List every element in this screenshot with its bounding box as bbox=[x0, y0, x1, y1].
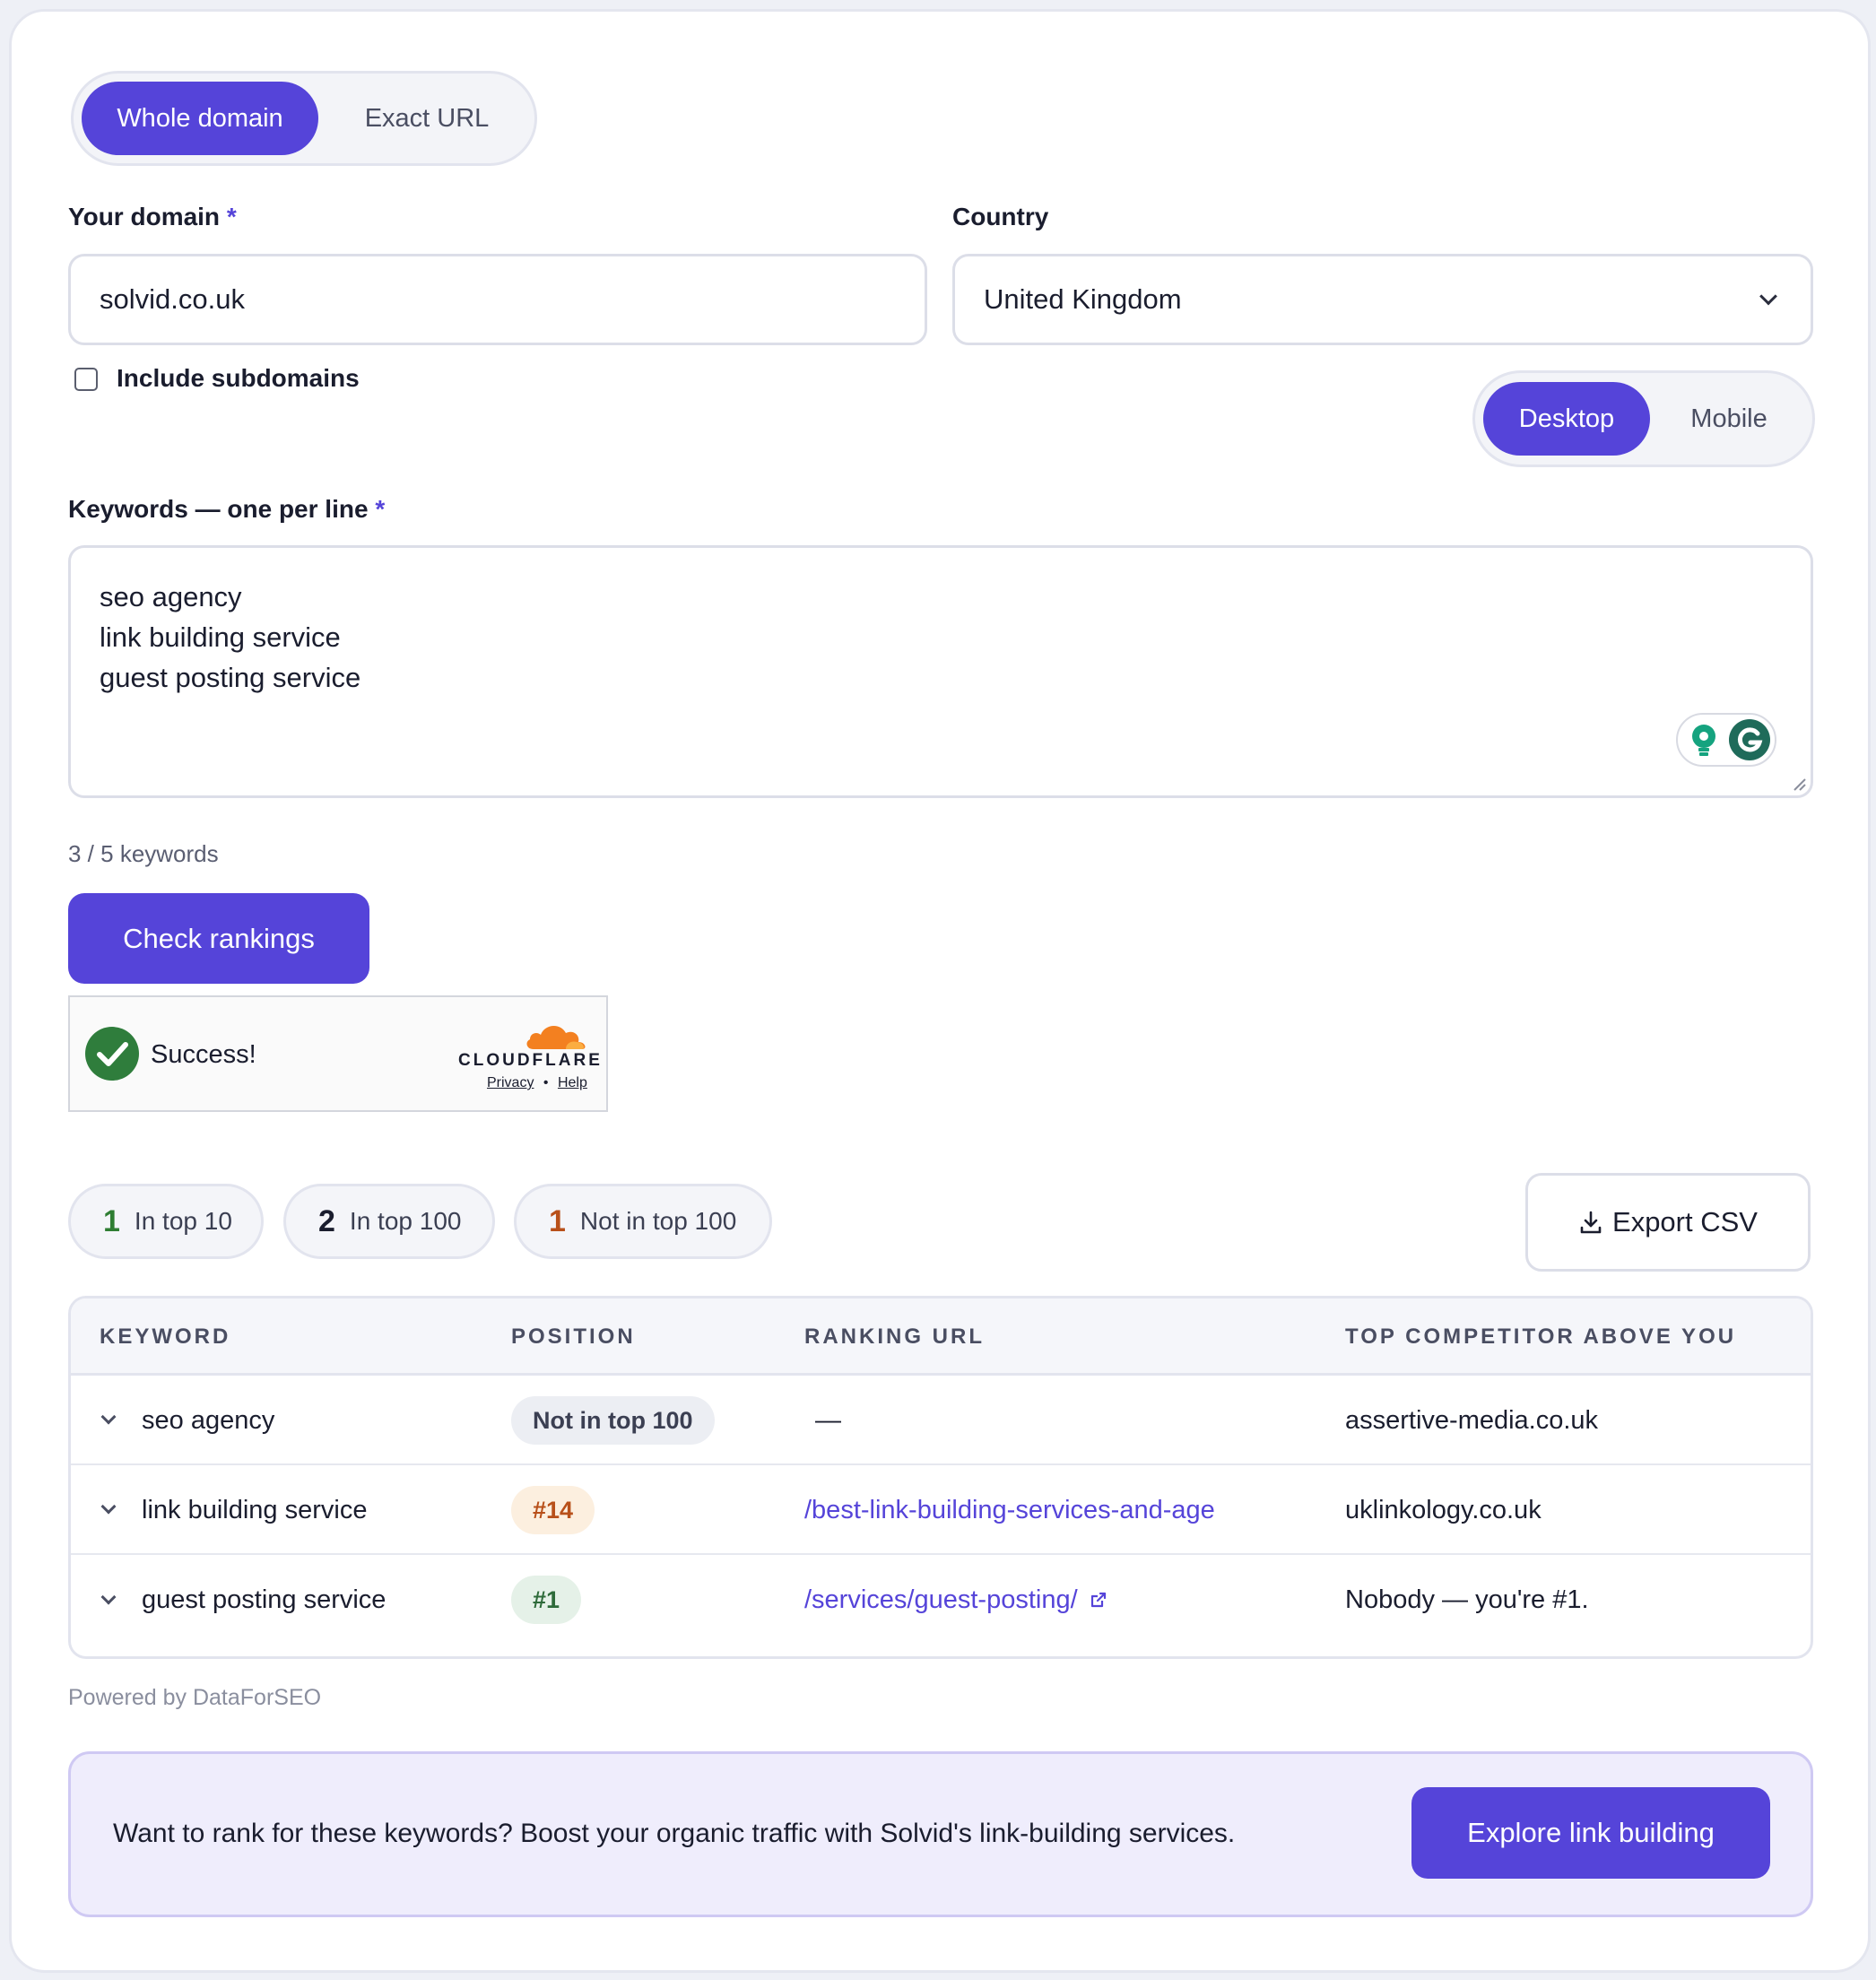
help-link[interactable]: Help bbox=[558, 1075, 587, 1090]
row-keyword: seo agency bbox=[142, 1405, 275, 1435]
rank-checker-card: Whole domain Exact URL Your domain * sol… bbox=[9, 9, 1871, 1973]
external-link-icon[interactable] bbox=[1089, 1590, 1108, 1610]
explore-link-building-button[interactable]: Explore link building bbox=[1411, 1787, 1770, 1879]
country-label: Country bbox=[952, 203, 1049, 230]
row-keyword: link building service bbox=[142, 1495, 368, 1524]
in-top-10-label: In top 10 bbox=[134, 1207, 232, 1235]
desktop-button[interactable]: Desktop bbox=[1483, 382, 1650, 456]
download-icon bbox=[1580, 1211, 1602, 1234]
country-select[interactable]: United Kingdom bbox=[952, 254, 1813, 345]
expand-chevron-icon[interactable] bbox=[100, 1498, 117, 1515]
position-badge: Not in top 100 bbox=[511, 1396, 715, 1445]
promo-banner: Want to rank for these keywords? Boost y… bbox=[68, 1751, 1813, 1917]
grammarly-icon bbox=[1729, 719, 1770, 760]
chevron-down-icon bbox=[1759, 287, 1777, 306]
table-row[interactable]: seo agency Not in top 100 — assertive-me… bbox=[71, 1376, 1811, 1465]
include-subdomains-label: Include subdomains bbox=[117, 364, 360, 392]
table-row[interactable]: link building service #14 /best-link-bui… bbox=[71, 1465, 1811, 1555]
mode-toggle: Whole domain Exact URL bbox=[71, 71, 537, 166]
not-in-top-100-pill[interactable]: 1 Not in top 100 bbox=[514, 1184, 772, 1259]
promo-text: Want to rank for these keywords? Boost y… bbox=[113, 1819, 1236, 1848]
domain-label: Your domain * bbox=[68, 203, 237, 230]
row-competitor: Nobody — you're #1. bbox=[1345, 1585, 1589, 1614]
mobile-button[interactable]: Mobile bbox=[1655, 382, 1803, 456]
export-csv-label: Export CSV bbox=[1612, 1206, 1758, 1238]
keyword-line: link building service bbox=[100, 621, 341, 653]
position-badge: #14 bbox=[511, 1486, 595, 1534]
country-value: United Kingdom bbox=[984, 283, 1182, 315]
row-position: Not in top 100 bbox=[511, 1376, 715, 1465]
in-top-10-pill[interactable]: 1 In top 10 bbox=[68, 1184, 264, 1259]
row-position: #14 bbox=[511, 1465, 595, 1555]
row-competitor: assertive-media.co.uk bbox=[1345, 1405, 1599, 1435]
row-ranking-url[interactable]: /best-link-building-services-and-age bbox=[804, 1465, 1215, 1555]
expand-chevron-icon[interactable] bbox=[100, 1589, 117, 1605]
header-ranking-url: RANKING URL bbox=[804, 1324, 985, 1349]
privacy-link[interactable]: Privacy bbox=[487, 1075, 534, 1090]
table-row[interactable]: guest posting service #1 /services/guest… bbox=[71, 1555, 1811, 1645]
row-position: #1 bbox=[511, 1555, 582, 1645]
not-in-top-100-label: Not in top 100 bbox=[579, 1207, 737, 1235]
header-keyword: KEYWORD bbox=[100, 1324, 231, 1349]
exact-url-button[interactable]: Exact URL bbox=[325, 82, 529, 155]
keyword-count: 3 / 5 keywords bbox=[68, 840, 219, 867]
whole-domain-button[interactable]: Whole domain bbox=[82, 82, 318, 155]
keyword-line: guest posting service bbox=[100, 662, 361, 693]
link-separator: • bbox=[543, 1075, 549, 1090]
domain-input[interactable]: solvid.co.uk bbox=[68, 254, 927, 345]
header-competitor: TOP COMPETITOR ABOVE YOU bbox=[1345, 1324, 1737, 1349]
check-rankings-button[interactable]: Check rankings bbox=[68, 893, 369, 984]
cloudflare-wordmark: CLOUDFLARE bbox=[458, 1051, 603, 1070]
row-keyword: guest posting service bbox=[142, 1585, 386, 1614]
row-ranking-url: — bbox=[815, 1405, 841, 1435]
results-table: KEYWORD POSITION RANKING URL TOP COMPETI… bbox=[68, 1296, 1813, 1659]
position-badge: #1 bbox=[511, 1576, 582, 1624]
in-top-100-count: 2 bbox=[318, 1203, 335, 1238]
include-subdomains-checkbox[interactable] bbox=[74, 368, 98, 391]
row-ranking-url[interactable]: /services/guest-posting/ bbox=[804, 1555, 1108, 1645]
resize-handle-icon[interactable] bbox=[1791, 776, 1807, 792]
success-check-icon bbox=[85, 1027, 139, 1081]
grammarly-widget[interactable] bbox=[1676, 713, 1776, 767]
expand-chevron-icon[interactable] bbox=[100, 1409, 117, 1425]
not-in-top-100-count: 1 bbox=[549, 1203, 566, 1238]
lightbulb-icon bbox=[1692, 725, 1715, 756]
ranking-url-link[interactable]: /services/guest-posting/ bbox=[804, 1585, 1078, 1615]
in-top-10-count: 1 bbox=[103, 1203, 120, 1238]
row-competitor: uklinkology.co.uk bbox=[1345, 1495, 1542, 1524]
captcha-status: Success! bbox=[151, 1040, 256, 1069]
captcha-links: Privacy • Help bbox=[487, 1075, 587, 1091]
table-header: KEYWORD POSITION RANKING URL TOP COMPETI… bbox=[71, 1298, 1811, 1376]
keyword-line: seo agency bbox=[100, 581, 242, 612]
keywords-label: Keywords — one per line * bbox=[68, 495, 386, 523]
captcha-widget: Success! CLOUDFLARE Privacy • Help bbox=[68, 995, 608, 1112]
header-position: POSITION bbox=[511, 1324, 636, 1349]
in-top-100-label: In top 100 bbox=[349, 1207, 462, 1235]
device-toggle: Desktop Mobile bbox=[1472, 370, 1815, 467]
in-top-100-pill[interactable]: 2 In top 100 bbox=[283, 1184, 495, 1259]
cloudflare-logo-icon bbox=[526, 1025, 586, 1049]
powered-by: Powered by DataForSEO bbox=[68, 1685, 322, 1710]
keywords-textarea[interactable]: seo agency link building service guest p… bbox=[68, 545, 1813, 798]
export-csv-button[interactable]: Export CSV bbox=[1525, 1173, 1811, 1272]
